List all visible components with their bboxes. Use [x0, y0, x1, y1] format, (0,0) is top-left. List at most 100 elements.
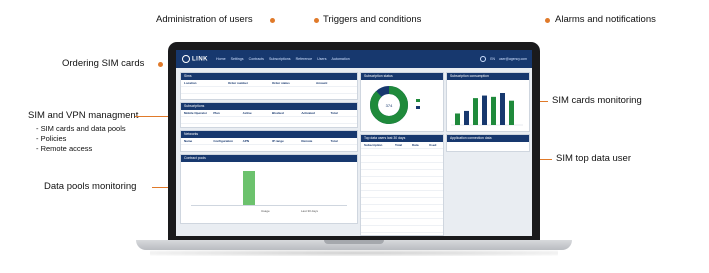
bar-mark [491, 96, 496, 125]
pool-usage-bar [243, 171, 255, 205]
callout-dot [314, 18, 319, 23]
table-row[interactable] [361, 191, 443, 198]
callout-sim-cards-monitoring: SIM cards monitoring [552, 95, 642, 106]
laptop-notch [324, 240, 384, 244]
nav-item[interactable]: Automation [332, 57, 350, 61]
bullet-item: Policies [36, 134, 126, 144]
table-header: Location Order number Order status Amoun… [181, 80, 357, 87]
callout-ordering-sim-cards: Ordering SIM cards [62, 58, 145, 69]
callout-data-pools-monitoring: Data pools monitoring [44, 181, 137, 192]
app-logo[interactable]: LINK [182, 55, 208, 63]
table-row[interactable] [361, 170, 443, 177]
panel-title: Application connection data [447, 135, 529, 142]
table-row[interactable] [361, 212, 443, 219]
callout-sim-top-data-user: SIM top data user [556, 153, 631, 164]
table-header: Subscription Total Data Used [361, 142, 443, 149]
bar-mark [509, 100, 514, 125]
table-header: Mobile Operator Plan Active Blocked Acti… [181, 110, 357, 117]
nav-item[interactable]: Reference [296, 57, 313, 61]
donut-chart: 374 [370, 86, 420, 124]
column-header: Configuration [213, 139, 233, 143]
bar-chart [451, 93, 523, 126]
column-header: Total [330, 139, 338, 143]
main-nav: Home Settings Contracts Subscriptions Re… [216, 57, 355, 61]
bullet-item: SIM cards and data pools [36, 124, 126, 134]
bullet-item: Remote access [36, 144, 126, 154]
column-header: APN [242, 139, 249, 143]
nav-item[interactable]: Home [216, 57, 226, 61]
table-row[interactable] [361, 149, 443, 156]
pool-axis [191, 205, 347, 206]
column-header: Name [184, 139, 193, 143]
bar-mark [464, 110, 469, 125]
panel-title: Subscriptions [181, 103, 357, 110]
table-row[interactable] [361, 198, 443, 205]
bar-mark [500, 93, 505, 125]
table-row[interactable] [361, 163, 443, 170]
bar-mark [473, 98, 478, 125]
legend-swatch [416, 106, 420, 109]
laptop-base [136, 240, 572, 250]
sim-vpn-bullets: SIM cards and data pools Policies Remote… [36, 124, 126, 154]
sims-panel: Sims Location Order number Order status … [180, 72, 358, 100]
panel-title: Top data users last 30 days [361, 135, 443, 142]
panel-title: Sims [181, 73, 357, 80]
column-header: Order number [228, 81, 249, 85]
laptop-screen: LINK Home Settings Contracts Subscriptio… [176, 50, 532, 236]
search-icon[interactable] [480, 56, 487, 62]
column-header: Total [395, 143, 402, 147]
laptop-shadow [150, 250, 558, 256]
bar-mark [455, 113, 460, 125]
nav-item[interactable]: Settings [231, 57, 244, 61]
callout-alarms-and-notifications: Alarms and notifications [555, 14, 656, 25]
callout-dot [545, 18, 550, 23]
table-row[interactable] [361, 184, 443, 191]
subscription-consumption-panel: Subscription consumption [446, 72, 530, 132]
column-header: Blocked [271, 111, 284, 115]
column-header: Mobile Operator [184, 111, 208, 115]
callout-dot [158, 62, 163, 67]
pool-legend: Usage [261, 209, 270, 213]
table-row[interactable] [361, 156, 443, 163]
application-connection-panel: Application connection data [446, 134, 530, 152]
callout-triggers-and-conditions: Triggers and conditions [323, 14, 422, 25]
user-menu[interactable]: user@agency.com [499, 57, 527, 61]
top-data-users-panel: Top data users last 30 days Subscription… [360, 134, 444, 236]
panel-title: Subscription status [361, 73, 443, 80]
subscription-status-panel: Subscription status 374 [360, 72, 444, 132]
column-header: IP range [271, 139, 284, 143]
table-row[interactable] [181, 87, 357, 94]
donut-center-value: 374 [386, 103, 393, 108]
column-header: Used [429, 143, 437, 147]
table-row[interactable] [181, 117, 357, 124]
panel-title: Networks [181, 131, 357, 138]
app-topbar: LINK Home Settings Contracts Subscriptio… [176, 50, 532, 68]
column-header: Amount [316, 81, 328, 85]
callout-sim-and-vpn-management: SIM and VPN managment [28, 110, 139, 121]
topbar-right: EN user@agency.com [480, 56, 527, 62]
table-header: Name Configuration APN IP range Remote T… [181, 138, 357, 145]
column-header: Activated [301, 111, 315, 115]
column-header: Plan [213, 111, 220, 115]
table-row[interactable] [361, 219, 443, 226]
bar-mark [482, 95, 487, 125]
nav-item[interactable]: Contracts [249, 57, 264, 61]
column-header: Subscription [364, 143, 383, 147]
nav-item[interactable]: Users [317, 57, 326, 61]
column-header: Total [330, 111, 338, 115]
callout-administration-of-users: Administration of users [156, 14, 253, 25]
language-switch[interactable]: EN [490, 57, 495, 61]
contract-pools-panel: Contract pools Usage Last 30 days [180, 154, 358, 224]
table-row[interactable] [361, 226, 443, 233]
callout-dot [270, 18, 275, 23]
logo-icon [182, 55, 190, 63]
legend-swatch [416, 99, 420, 102]
column-header: Active [242, 111, 252, 115]
networks-panel: Networks Name Configuration APN IP range… [180, 130, 358, 152]
nav-item[interactable]: Subscriptions [269, 57, 291, 61]
panel-title: Contract pools [181, 155, 357, 162]
table-row[interactable] [361, 177, 443, 184]
pool-range: Last 30 days [301, 209, 319, 213]
column-header: Order status [272, 81, 290, 85]
table-row[interactable] [361, 205, 443, 212]
